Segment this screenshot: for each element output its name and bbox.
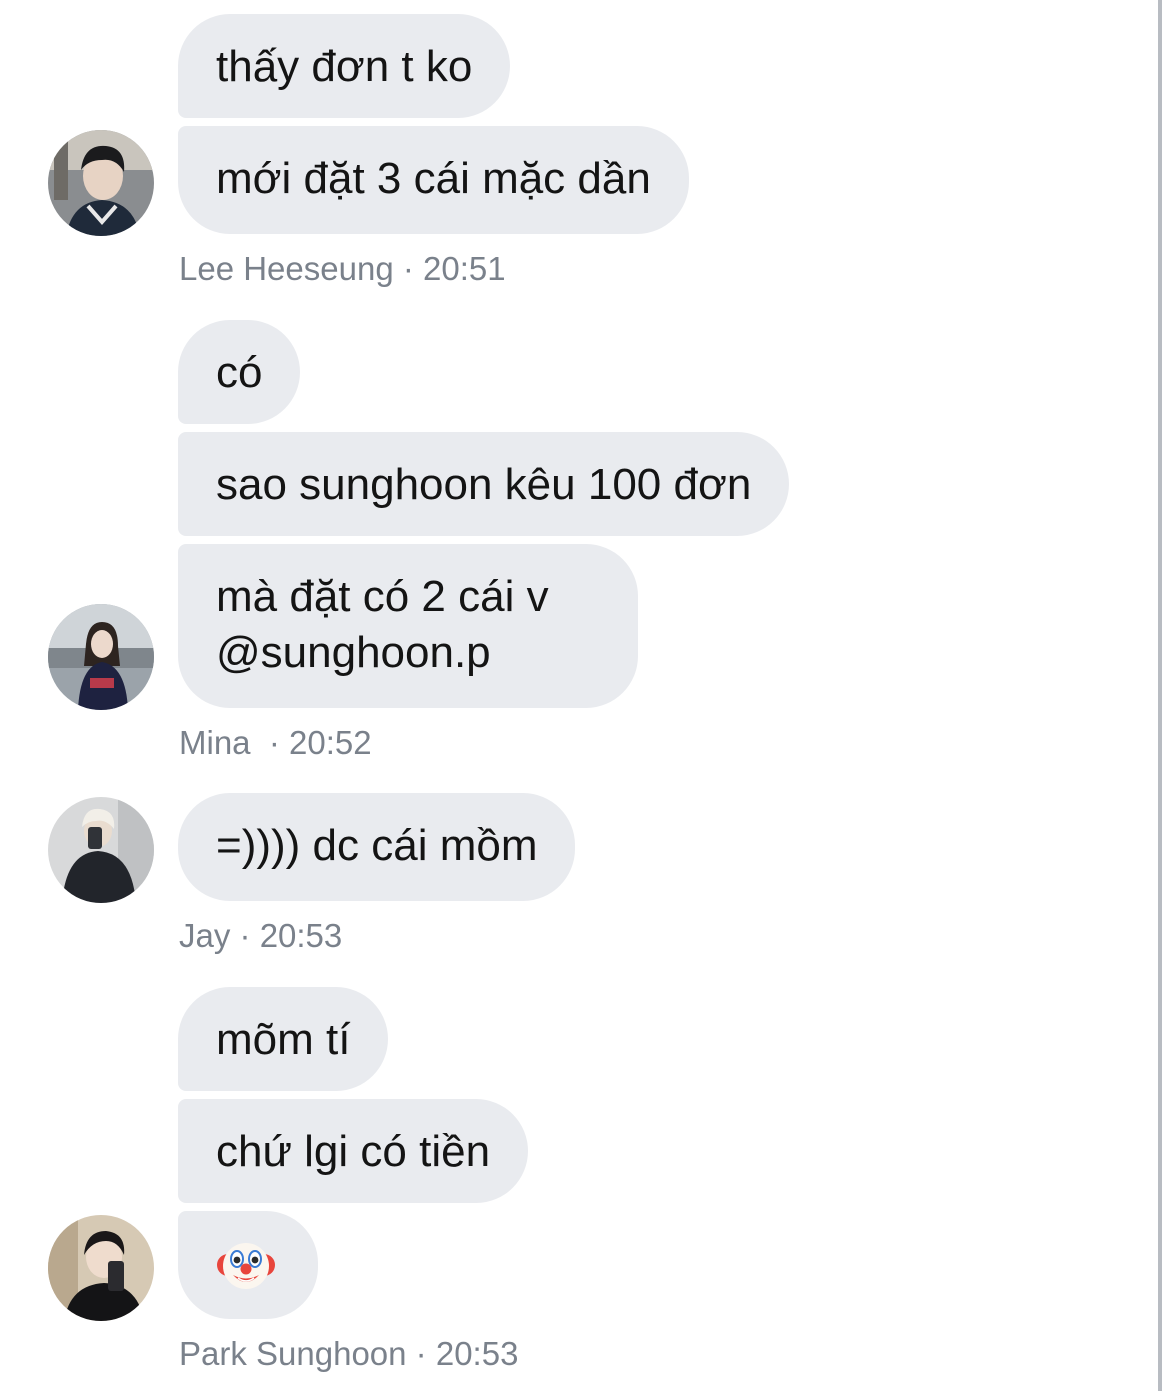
message-meta: Lee Heeseung · 20:51: [179, 250, 506, 287]
message-meta: Mina · 20:52: [179, 724, 372, 761]
avatar[interactable]: [48, 604, 154, 710]
scrollbar[interactable]: [1158, 0, 1162, 1391]
timestamp: 20:53: [259, 917, 343, 954]
message-text: mới đặt 3 cái mặc dần: [216, 154, 651, 203]
timestamp: 20:53: [435, 1335, 519, 1372]
message-bubble[interactable]: thấy đơn t ko: [178, 14, 511, 118]
message-text: chứ lgi có tiền: [216, 1127, 491, 1176]
message-bubble[interactable]: mới đặt 3 cái mặc dần: [178, 126, 689, 234]
message-meta: Jay · 20:53: [179, 917, 343, 954]
message-bubble[interactable]: chứ lgi có tiền: [178, 1099, 529, 1203]
message-bubble[interactable]: sao sunghoon kêu 100 đơn: [178, 432, 790, 536]
message-text: thấy đơn t ko: [216, 42, 473, 91]
avatar-image: [48, 797, 154, 903]
message-text: =)))) dc cái mồm: [216, 821, 538, 870]
message-bubble[interactable]: 🤡: [178, 1211, 318, 1319]
timestamp: 20:51: [423, 250, 506, 287]
message-text: có: [216, 348, 263, 397]
clown-face-icon: [217, 1243, 275, 1289]
avatar[interactable]: [48, 130, 154, 236]
message-text: sao sunghoon kêu 100 đơn: [216, 460, 752, 509]
message-bubble[interactable]: mà đặt có 2 cái v @sunghoon.p: [178, 544, 638, 708]
message-text: mõm tí: [216, 1015, 351, 1064]
avatar-image: [48, 604, 154, 710]
avatar-image: [48, 130, 154, 236]
message-meta: Park Sunghoon · 20:53: [179, 1335, 519, 1372]
avatar-image: [48, 1215, 154, 1321]
avatar[interactable]: [48, 1215, 154, 1321]
message-bubble[interactable]: =)))) dc cái mồm: [178, 793, 576, 901]
message-text: mà đặt có 2 cái v @sunghoon.p: [216, 572, 549, 677]
timestamp: 20:52: [289, 724, 372, 761]
avatar[interactable]: [48, 797, 154, 903]
sender-name: Jay: [179, 917, 231, 954]
message-bubble[interactable]: mõm tí: [178, 987, 389, 1091]
sender-name: Park Sunghoon: [179, 1335, 407, 1372]
message-bubble[interactable]: có: [178, 320, 301, 424]
sender-name: Mina: [179, 724, 260, 761]
sender-name: Lee Heeseung: [179, 250, 394, 287]
